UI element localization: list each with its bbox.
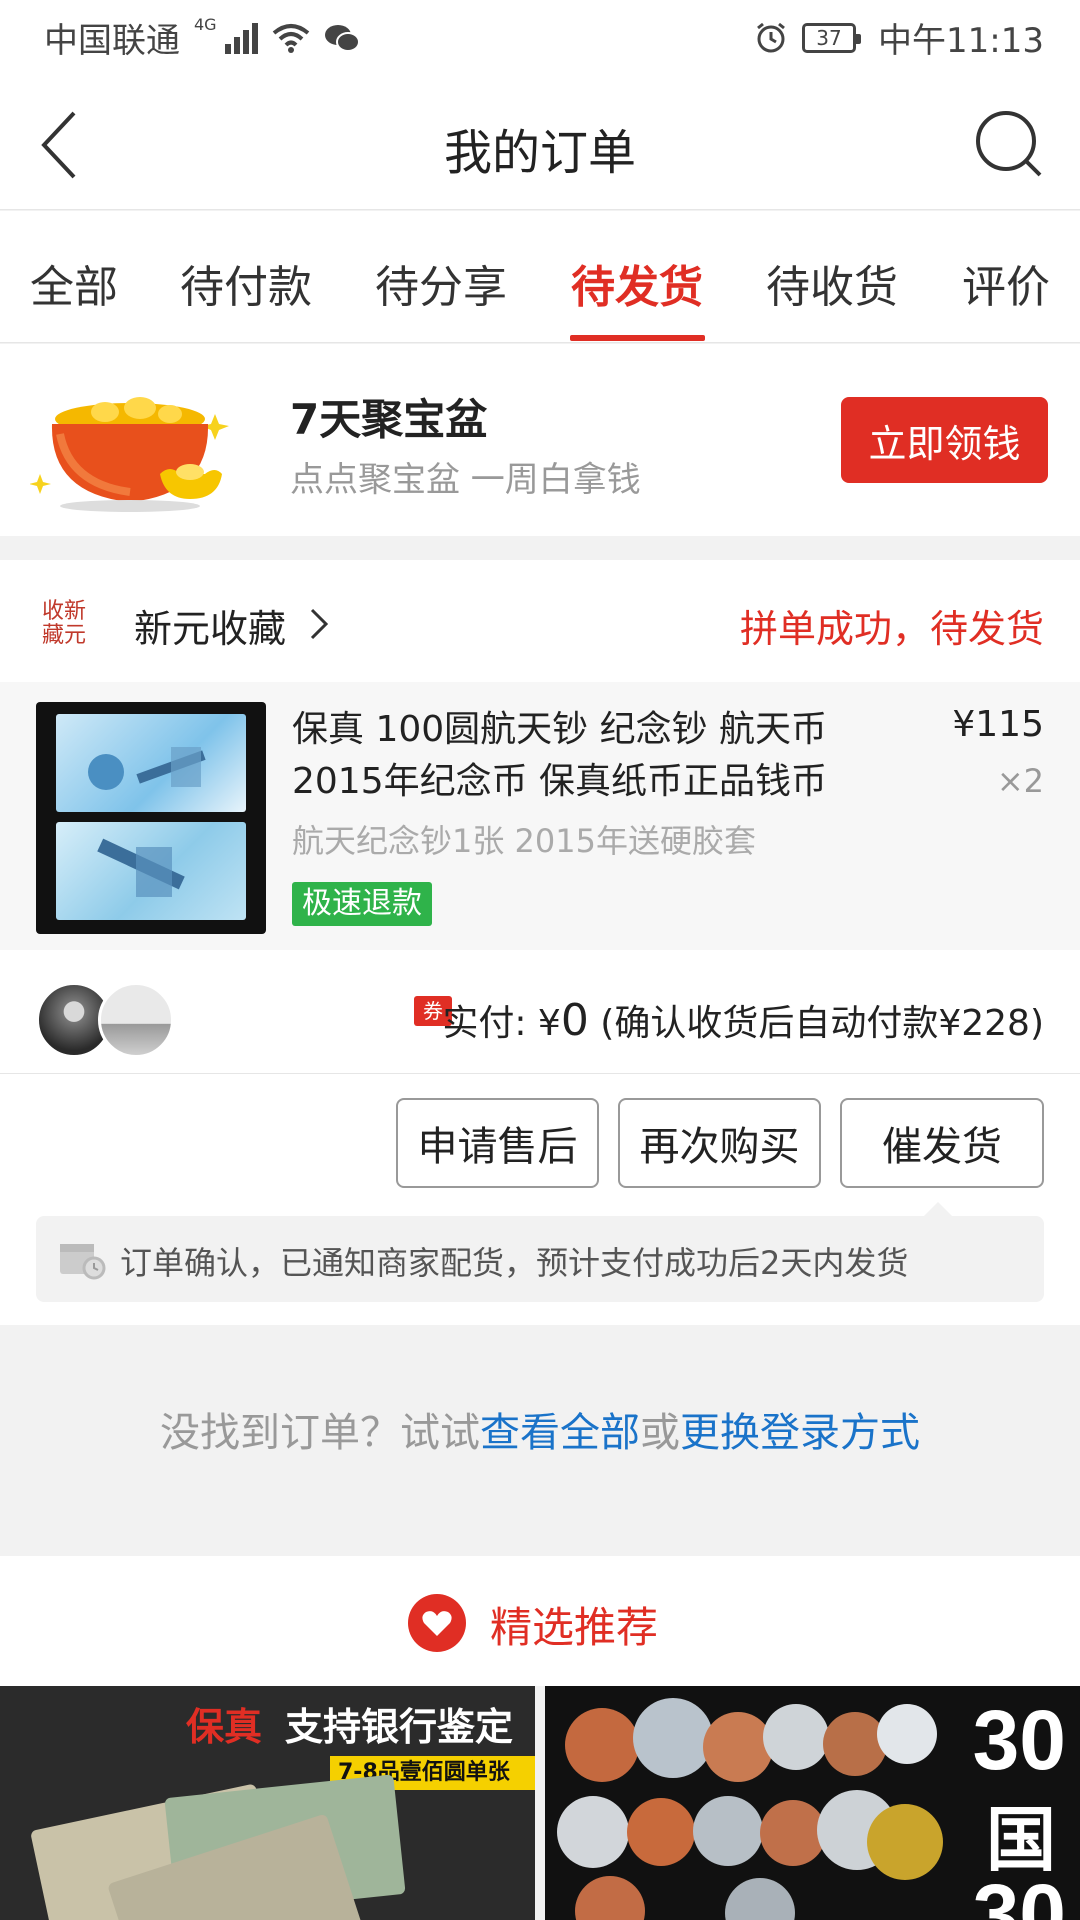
shipping-notice-text: 订单确认，已通知商家配货，预计支付成功后2天内发货 — [120, 1244, 909, 1282]
tab-pending-shipment[interactable]: 待发货 — [571, 251, 703, 315]
coin-image — [565, 1708, 639, 1782]
heart-icon — [408, 1594, 466, 1652]
status-bar: 中国联通 4G 37 中午11:13 — [0, 0, 1080, 75]
order-tabs: 全部 待付款 待分享 待发货 待收货 评价 — [0, 211, 1080, 343]
title-bar: 我的订单 — [0, 75, 1080, 210]
carrier-name: 中国联通 — [44, 21, 180, 61]
coin-image — [627, 1798, 695, 1866]
chevron-right-icon[interactable] — [308, 606, 330, 642]
product-quantity: ×2 — [996, 762, 1044, 800]
search-button[interactable] — [972, 103, 1046, 183]
coin-image — [763, 1704, 829, 1770]
shop-name[interactable]: 新元收藏 — [134, 598, 286, 653]
tile-headline: 支持银行鉴定 — [285, 1705, 514, 1749]
banner-subtitle: 点点聚宝盆 一周白拿钱 — [290, 460, 641, 500]
fast-refund-badge: 极速退款 — [292, 882, 432, 926]
product-price: ¥115 — [952, 704, 1044, 745]
calendar-clock-icon — [60, 1244, 106, 1280]
payment-note: (确认收货后自动付款¥228) — [588, 1003, 1044, 1044]
tab-pending-payment[interactable]: 待付款 — [180, 251, 312, 315]
recommend-header: 精选推荐 — [0, 1556, 1080, 1686]
coin-image — [725, 1878, 795, 1920]
shop-logo: 收新藏元 — [42, 599, 87, 648]
after-sale-button[interactable]: 申请售后 — [396, 1098, 599, 1188]
order-not-found-hint: 没找到订单？试试查看全部或更换登录方式 — [0, 1400, 1080, 1458]
urge-shipment-button[interactable]: 催发货 — [840, 1098, 1044, 1188]
treasure-bowl-icon — [30, 397, 229, 512]
payment-row: 券 实付: ¥0 (确认收货后自动付款¥228) — [0, 950, 1080, 1074]
tile-count-bottom: 30 — [972, 1867, 1066, 1920]
switch-login-link[interactable]: 更换登录方式 — [680, 1410, 920, 1456]
order-item[interactable]: 保真 100圆航天钞 纪念钞 航天币 2015年纪念币 保真纸币正品钱币 航天纪… — [0, 682, 1080, 950]
coin-image — [557, 1796, 629, 1868]
product-thumbnail — [36, 702, 266, 934]
not-found-prefix: 没找到订单？试试 — [160, 1410, 480, 1456]
shipping-notice: 订单确认，已通知商家配货，预计支付成功后2天内发货 — [36, 1202, 1044, 1302]
recommend-title: 精选推荐 — [490, 1603, 659, 1652]
coin-image — [877, 1704, 937, 1764]
order-status: 拼单成功，待发货 — [739, 607, 1044, 651]
not-found-middle: 或 — [640, 1410, 680, 1456]
buy-again-button[interactable]: 再次购买 — [618, 1098, 821, 1188]
treasure-bowl-banner[interactable]: 7天聚宝盆 点点聚宝盆 一周白拿钱 立即领钱 — [0, 344, 1080, 536]
network-type: 4G — [194, 15, 217, 34]
tile-headline-red: 保真 — [186, 1705, 263, 1749]
payment-amount: 0 — [560, 995, 589, 1046]
coin-image — [760, 1800, 826, 1866]
actual-payment: 实付: ¥0 (确认收货后自动付款¥228) — [442, 994, 1044, 1046]
wechat-icon — [324, 24, 360, 52]
product-spec: 航天纪念钞1张 2015年送硬胶套 — [292, 822, 756, 860]
recommended-product[interactable]: 保真 支持银行鉴定 7-8品壹佰圆单张钞 — [0, 1686, 535, 1920]
wifi-icon — [272, 23, 309, 53]
coin-image — [633, 1698, 713, 1778]
tab-pending-share[interactable]: 待分享 — [375, 251, 507, 315]
product-title: 保真 100圆航天钞 纪念钞 航天币 2015年纪念币 保真纸币正品钱币 — [292, 709, 828, 802]
clock: 中午11:13 — [878, 21, 1044, 61]
order-card: 收新藏元 新元收藏 拼单成功，待发货 保真 100圆航天钞 纪念钞 航天币 20… — [0, 560, 1080, 1325]
tab-pending-receipt[interactable]: 待收货 — [766, 251, 898, 315]
coin-image — [867, 1804, 943, 1880]
tab-review[interactable]: 评价 — [962, 251, 1050, 315]
banner-title: 7天聚宝盆 — [290, 395, 488, 444]
signal-icon — [224, 22, 258, 54]
coin-image — [823, 1712, 887, 1776]
coin-image — [693, 1796, 763, 1866]
alarm-icon — [757, 22, 785, 52]
coin-image — [703, 1712, 773, 1782]
payment-label: 实付: ¥ — [442, 1003, 561, 1044]
claim-money-button[interactable]: 立即领钱 — [841, 397, 1048, 483]
page-title: 我的订单 — [443, 125, 636, 181]
coin-image — [575, 1876, 645, 1920]
tab-all[interactable]: 全部 — [30, 251, 118, 315]
tile-count-top: 30 — [972, 1693, 1066, 1787]
avatar[interactable] — [98, 982, 174, 1058]
battery-icon: 37 — [802, 22, 862, 53]
recommended-product[interactable]: 30 国 30 — [545, 1686, 1080, 1920]
search-icon — [976, 111, 1042, 177]
active-tab-indicator — [570, 335, 705, 341]
view-all-link[interactable]: 查看全部 — [480, 1410, 640, 1456]
